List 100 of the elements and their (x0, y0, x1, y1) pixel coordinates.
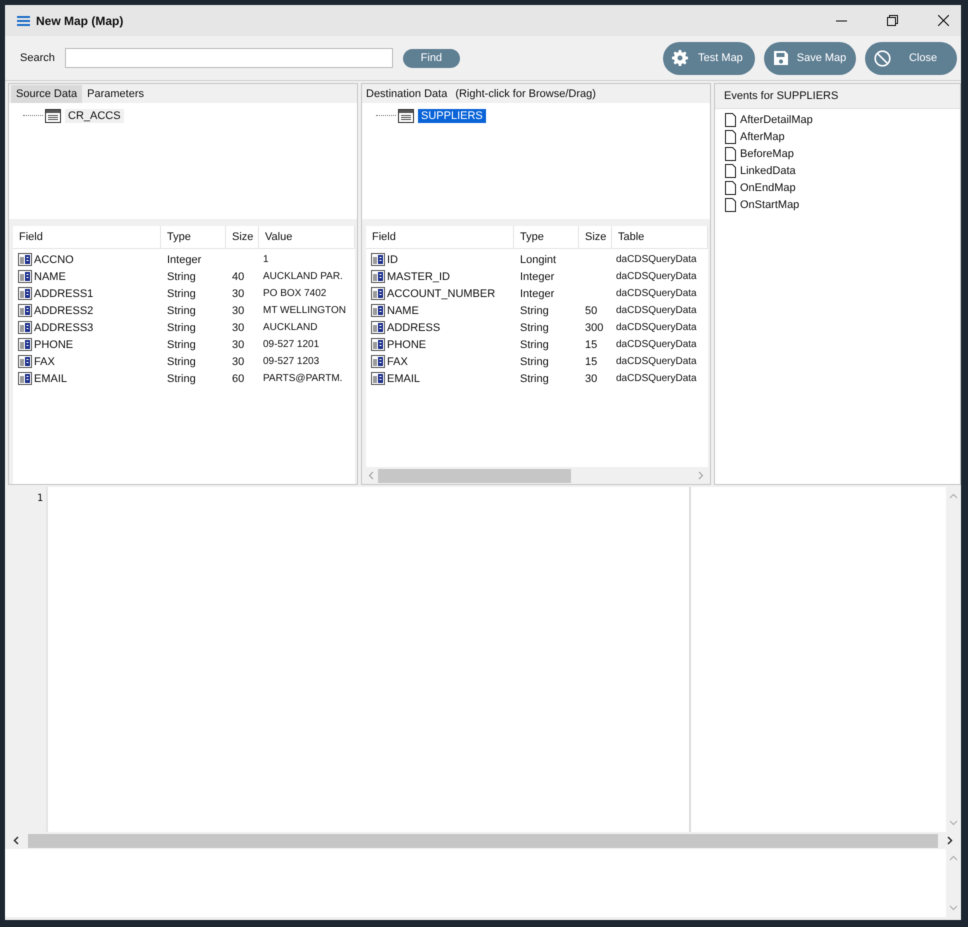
tree-line (23, 115, 43, 116)
field-value: AUCKLAND (263, 322, 318, 333)
column-icon (371, 304, 385, 317)
field-name: ADDRESS3 (34, 322, 94, 334)
toolbar-button[interactable]: Save Map (764, 42, 856, 74)
field-type: Integer (167, 254, 202, 266)
table-name: daCDSQueryData (616, 373, 697, 384)
field-type: Longint (520, 254, 556, 266)
column-icon (18, 253, 32, 266)
toolbar-button[interactable]: Test Map (663, 42, 755, 74)
field-size: 30 (232, 322, 244, 334)
column-header[interactable]: Size (579, 226, 612, 248)
field-name: ID (387, 254, 398, 266)
search-field[interactable] (64, 48, 393, 68)
field-size: 30 (232, 338, 244, 350)
field-size: 60 (232, 372, 244, 384)
scroll-down-icon[interactable] (949, 905, 958, 911)
line-number: 1 (36, 493, 43, 504)
event-item[interactable]: LinkedData (740, 164, 796, 176)
event-item[interactable]: AfterDetailMap (740, 114, 813, 126)
event-item[interactable]: AfterMap (740, 130, 785, 142)
column-header[interactable]: Type (514, 226, 579, 248)
document-icon (725, 164, 736, 178)
document-icon (725, 130, 736, 144)
field-type: String (520, 372, 549, 384)
document-icon (725, 180, 736, 194)
search-label: Search (20, 52, 55, 64)
column-icon (371, 287, 385, 300)
field-name: NAME (34, 270, 66, 282)
column-icon (18, 304, 32, 317)
field-name: MASTER_ID (387, 270, 450, 282)
field-type: String (520, 356, 549, 368)
field-type: String (167, 338, 196, 350)
field-size: 15 (585, 356, 598, 368)
column-icon (371, 372, 385, 385)
scroll-down-icon[interactable] (949, 820, 958, 826)
field-size: 30 (232, 356, 244, 368)
field-name: ADDRESS1 (34, 288, 94, 300)
document-icon (725, 112, 736, 126)
event-item[interactable]: BeforeMap (740, 148, 794, 160)
column-icon (371, 338, 385, 351)
find-button[interactable]: Find (402, 48, 460, 68)
field-value: 1 (263, 254, 269, 265)
field-value: 09-527 1203 (263, 356, 320, 367)
tree-item[interactable]: SUPPLIERS (418, 108, 486, 122)
field-size: 30 (585, 372, 598, 384)
column-header[interactable]: Size (226, 226, 259, 248)
close-icon[interactable] (938, 15, 949, 26)
table-icon (45, 108, 61, 122)
scroll-right-icon[interactable] (947, 836, 953, 845)
table-name: daCDSQueryData (616, 288, 697, 299)
column-header[interactable]: Field (13, 226, 161, 248)
column-header[interactable]: Table (612, 226, 708, 248)
field-type: String (167, 322, 196, 334)
toolbar-button[interactable]: Close (865, 42, 957, 74)
column-icon (18, 338, 32, 351)
code-editor[interactable]: 1 (5, 487, 961, 832)
field-type: String (520, 338, 549, 350)
field-type: Integer (520, 270, 554, 282)
field-name: ADDRESS2 (34, 304, 94, 316)
document-icon (725, 146, 736, 160)
cancel-icon (874, 50, 891, 66)
field-size: 15 (585, 338, 598, 350)
field-type: String (167, 356, 196, 368)
field-name: FAX (34, 356, 55, 368)
tree-item[interactable]: CR_ACCS (65, 108, 124, 122)
field-type: Integer (520, 288, 554, 300)
column-icon (371, 270, 385, 283)
table-name: daCDSQueryData (616, 356, 697, 367)
panel-title: Destination Data (366, 88, 448, 100)
field-name: NAME (387, 304, 419, 316)
field-type: String (167, 304, 196, 316)
settings-icon (672, 50, 688, 66)
document-icon (725, 198, 736, 212)
field-name: EMAIL (387, 372, 420, 384)
column-icon (371, 253, 385, 266)
table-name: daCDSQueryData (616, 254, 697, 265)
column-icon (18, 287, 32, 300)
restore-icon[interactable] (887, 15, 898, 26)
column-header[interactable]: Type (161, 226, 226, 248)
field-type: String (167, 270, 196, 282)
column-header[interactable]: Field (366, 226, 514, 248)
table-name: daCDSQueryData (616, 271, 697, 282)
field-value: AUCKLAND PAR. (263, 271, 343, 282)
event-item[interactable]: OnEndMap (740, 182, 796, 194)
scroll-left-icon[interactable] (13, 836, 19, 845)
column-header[interactable]: Value (259, 226, 355, 248)
vertical-scrollbar[interactable] (946, 849, 961, 917)
event-item[interactable]: OnStartMap (740, 198, 800, 210)
vertical-scrollbar[interactable] (946, 487, 961, 832)
field-type: String (520, 304, 549, 316)
tab[interactable]: Source Data (11, 85, 82, 103)
scroll-up-icon[interactable] (949, 493, 958, 499)
table-name: daCDSQueryData (616, 339, 697, 350)
field-name: ACCNO (34, 254, 74, 266)
tree-line (376, 115, 396, 116)
field-value: PARTS@PARTM. (263, 373, 342, 384)
field-size: 30 (232, 288, 244, 300)
scroll-up-icon[interactable] (949, 855, 958, 861)
menu-icon[interactable] (17, 16, 30, 26)
